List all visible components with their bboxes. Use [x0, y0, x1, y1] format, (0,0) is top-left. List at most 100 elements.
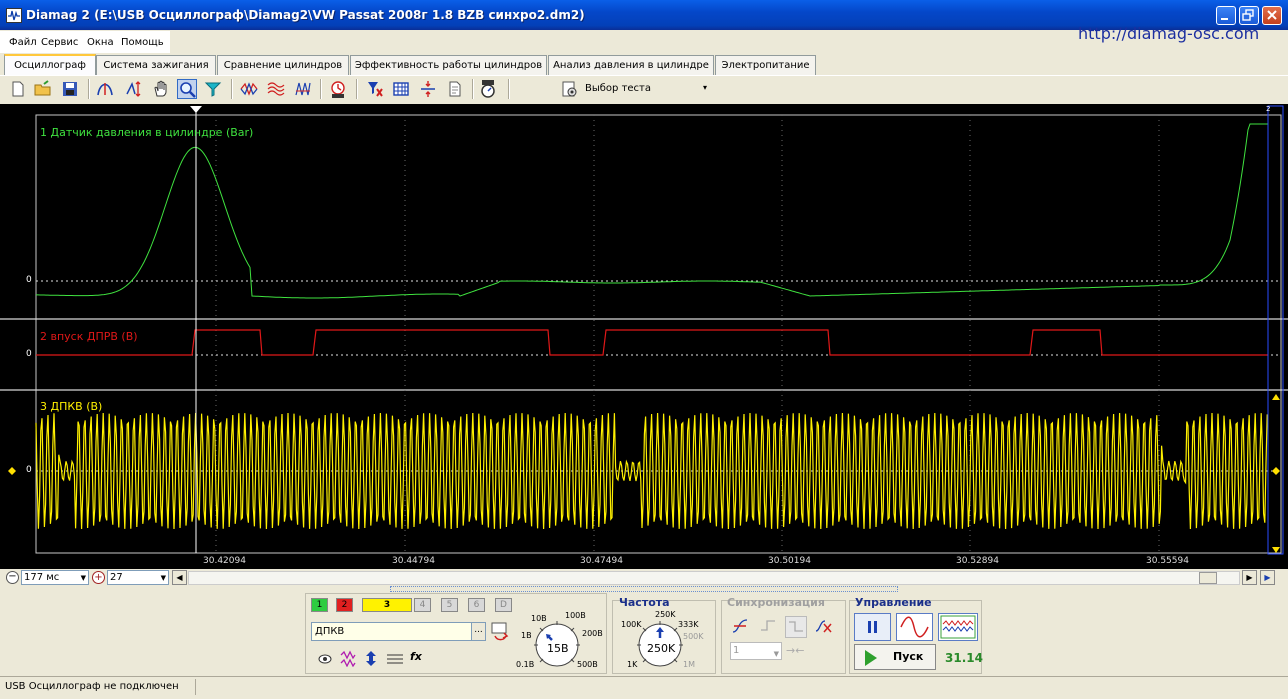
pause-button[interactable] — [854, 613, 891, 641]
oscilloscope-area[interactable]: 1 Датчик давления в цилиндре (Bar) 2 впу… — [0, 104, 1288, 569]
filter-wave-icon[interactable] — [339, 650, 357, 668]
timebase-select[interactable]: 177 мс ▼ — [21, 570, 89, 585]
channel-1-label: 1 Датчик давления в цилиндре (Bar) — [40, 126, 254, 139]
auto-capture-icon[interactable] — [328, 79, 348, 99]
channel-button-5[interactable]: 5 — [441, 598, 458, 612]
voltage-value: 15В — [547, 642, 569, 655]
hand-pan-icon[interactable] — [151, 79, 171, 99]
channel-1-zero: 0 — [26, 275, 32, 285]
maximize-button[interactable] — [1239, 6, 1259, 25]
sync-arrows-icon[interactable]: →← — [786, 644, 806, 658]
toolbar-separator — [508, 79, 510, 99]
scroll-end-button[interactable]: ▶ — [1260, 570, 1275, 585]
frequency-value: 250K — [647, 642, 676, 655]
channel-button-6[interactable]: 6 — [468, 598, 485, 612]
app-icon — [6, 8, 22, 23]
tab-power-supply[interactable]: Электропитание — [715, 55, 816, 75]
status-text: USB Осциллограф не подключен — [5, 681, 179, 692]
sensor-browse-button[interactable]: ... — [471, 622, 486, 641]
sensor-name-field[interactable]: ДПКВ — [311, 622, 473, 641]
wave-b-icon[interactable] — [266, 79, 286, 99]
scroll-left-button[interactable]: ◀ — [172, 570, 187, 585]
channel-button-1[interactable]: 1 — [311, 598, 328, 612]
close-button[interactable] — [1262, 6, 1282, 25]
frequency-label: 1M — [683, 660, 695, 669]
voltage-label: 100В — [565, 611, 586, 620]
window-title: Diamag 2 (E:\USB Осциллограф\Diamag2\VW … — [26, 8, 585, 22]
zoom-icon[interactable] — [177, 79, 197, 99]
voltage-label: 1В — [521, 631, 532, 640]
horizontal-scrollbar[interactable] — [188, 571, 1240, 585]
toolbar-separator — [231, 79, 233, 99]
x-tick: 30.42094 — [203, 556, 246, 566]
toolbar-separator — [88, 79, 90, 99]
minimize-button[interactable] — [1216, 6, 1236, 25]
page-icon[interactable] — [445, 79, 465, 99]
sync-edge-up-icon[interactable] — [758, 616, 778, 636]
start-button[interactable]: Пуск — [854, 644, 936, 670]
tab-pressure-analysis[interactable]: Анализ давления в цилиндре — [548, 55, 714, 75]
frequency-label: 250K — [655, 610, 676, 619]
autoscale-icon[interactable] — [95, 79, 115, 99]
sync-custom-icon[interactable] — [813, 616, 833, 636]
menu-windows[interactable]: Окна — [87, 37, 114, 48]
auto-timer-icon[interactable] — [478, 79, 498, 99]
new-file-icon[interactable] — [8, 79, 28, 99]
multi-wave-button[interactable] — [938, 613, 978, 641]
wave-c-icon[interactable] — [293, 79, 313, 99]
page-marker: 2 — [1266, 105, 1271, 113]
sync-channel-select[interactable]: 1 ▼ — [730, 642, 782, 660]
channel-button-4[interactable]: 4 — [414, 598, 431, 612]
lines-icon[interactable] — [385, 650, 405, 667]
menu-service[interactable]: Сервис — [41, 37, 78, 48]
offset-select[interactable]: 27 ▼ — [107, 570, 169, 585]
toolbar-separator — [320, 79, 322, 99]
toolbar-separator — [472, 79, 474, 99]
sync-rising-icon[interactable] — [730, 616, 750, 636]
wave-a-icon[interactable] — [239, 79, 259, 99]
save-icon[interactable] — [60, 79, 80, 99]
tab-cylinder-compare[interactable]: Сравнение цилиндров — [217, 55, 349, 75]
menu-file[interactable]: Файл — [9, 37, 37, 48]
voltage-label: 0.1В — [516, 660, 535, 669]
channel-button-2[interactable]: 2 — [336, 598, 353, 612]
split-icon[interactable] — [418, 79, 438, 99]
channel-button-3[interactable]: 3 — [362, 598, 412, 612]
zoom-in-icon[interactable]: + — [92, 571, 105, 584]
overview-range[interactable] — [390, 586, 898, 592]
sync-edge-down-icon[interactable] — [785, 616, 807, 638]
status-bar: USB Осциллограф не подключен — [0, 676, 1288, 699]
zoom-out-icon[interactable]: − — [6, 571, 19, 584]
channel-filter-icon[interactable] — [365, 79, 385, 99]
eye-icon[interactable] — [316, 650, 334, 667]
frequency-label: 500K — [683, 632, 704, 641]
control-title: Управление — [855, 596, 932, 609]
tab-oscilloscope[interactable]: Осциллограф — [4, 54, 96, 76]
sine-mode-button[interactable] — [896, 613, 933, 641]
menu-help[interactable]: Помощь — [121, 37, 164, 48]
chevron-down-icon: ▼ — [80, 574, 86, 582]
test-select-label: Выбор теста — [585, 83, 651, 94]
cursor-measure-icon[interactable] — [123, 79, 143, 99]
test-select[interactable]: Выбор теста ▾ — [557, 79, 717, 99]
tab-cylinder-efficiency[interactable]: Эффективность работы цилиндров — [350, 55, 547, 75]
gear-doc-icon — [562, 81, 577, 97]
frequency-label: 1K — [627, 660, 638, 669]
invert-icon[interactable] — [362, 650, 380, 667]
open-folder-icon[interactable] — [33, 79, 53, 99]
sync-title: Синхронизация — [727, 596, 825, 609]
scroll-right-button[interactable]: ▶ — [1242, 570, 1257, 585]
function-icon[interactable]: fx — [410, 650, 428, 667]
channel-2-zero: 0 — [26, 349, 32, 359]
channel-2-label: 2 впуск ДПРВ (В) — [40, 330, 138, 343]
scroll-thumb[interactable] — [1199, 572, 1217, 584]
frequency-label: 333K — [678, 620, 699, 629]
website-link[interactable]: http://diamag-osc.com — [1078, 24, 1259, 43]
grid-icon[interactable] — [391, 79, 411, 99]
sensor-apply-icon[interactable] — [489, 620, 511, 642]
channel-button-d[interactable]: D — [495, 598, 512, 612]
filter-icon[interactable] — [203, 79, 223, 99]
tab-ignition[interactable]: Система зажигания — [96, 55, 216, 75]
chevron-down-icon: ▾ — [703, 83, 708, 92]
start-label: Пуск — [893, 650, 924, 663]
